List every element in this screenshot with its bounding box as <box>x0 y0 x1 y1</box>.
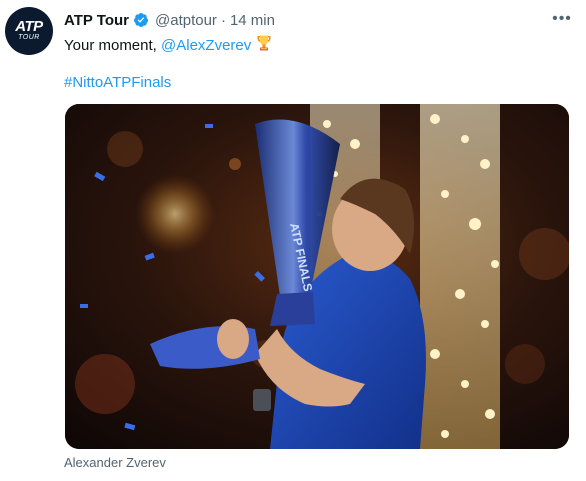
media-caption: Alexander Zverev <box>64 455 166 470</box>
author-name[interactable]: ATP Tour <box>64 12 129 29</box>
photo-player-kissing-trophy: ATP FINALS <box>65 104 569 449</box>
hashtag-link[interactable]: #NittoATPFinals <box>64 74 171 91</box>
verified-badge-icon <box>134 13 149 27</box>
tweet-text-prefix: Your moment, <box>64 37 161 54</box>
trophy-emoji-icon <box>257 35 271 51</box>
tweet-timestamp[interactable]: 14 min <box>230 12 275 29</box>
more-options-icon[interactable]: ••• <box>551 9 573 29</box>
mention-link[interactable]: @AlexZverev <box>161 37 251 54</box>
avatar[interactable]: ATP TOUR <box>5 7 53 55</box>
tweet-hashtag-line: #NittoATPFinals <box>64 73 171 93</box>
tweet-photo[interactable]: ATP FINALS <box>65 104 569 449</box>
tweet-text: Your moment, @AlexZverev <box>64 34 273 56</box>
atp-logo-subtext: TOUR <box>18 34 40 41</box>
tweet-header: ATP Tour @atptour · 14 min <box>64 10 275 30</box>
author-handle[interactable]: @atptour <box>155 12 217 29</box>
header-separator: · <box>220 11 226 29</box>
atp-logo-text: ATP <box>15 18 43 35</box>
